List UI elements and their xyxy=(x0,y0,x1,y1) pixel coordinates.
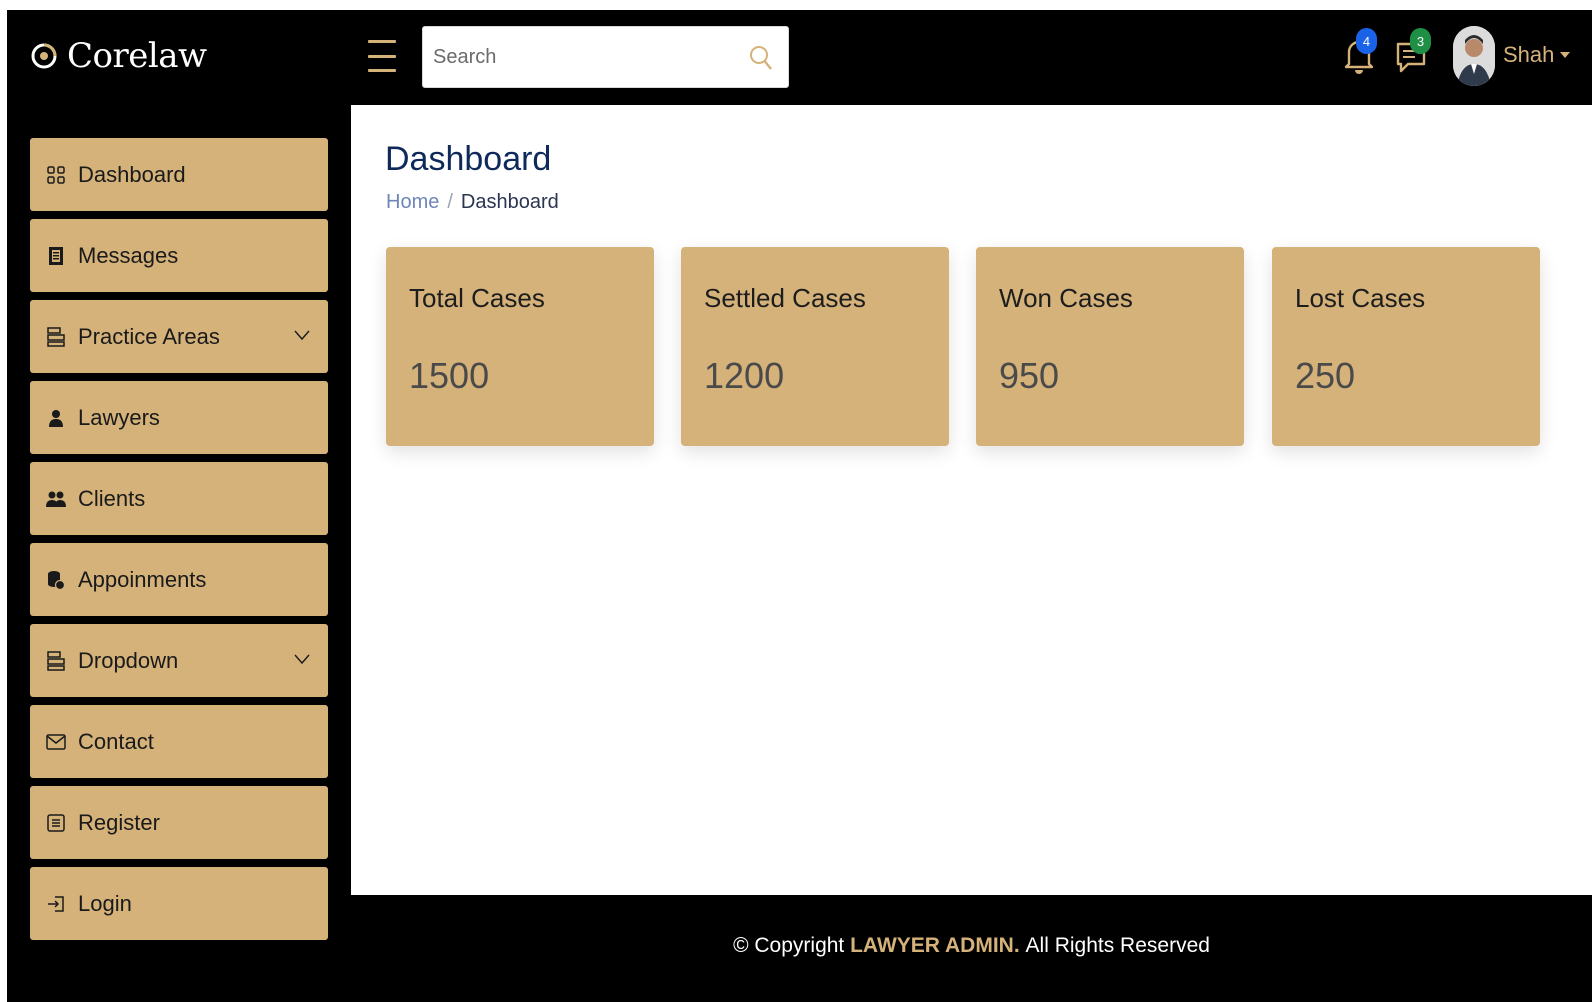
stat-card-total-cases[interactable]: Total Cases 1500 xyxy=(386,247,654,446)
caret-down-icon xyxy=(1560,52,1571,58)
notifications-badge: 4 xyxy=(1356,28,1377,54)
user-menu[interactable]: Shah xyxy=(1503,42,1571,68)
chevron-down-icon xyxy=(294,330,310,341)
list-icon xyxy=(46,812,66,834)
coins-icon xyxy=(46,569,66,591)
layers-icon xyxy=(46,650,66,672)
main-content xyxy=(351,105,1592,895)
hamburger-line xyxy=(368,40,396,43)
login-icon xyxy=(46,893,66,915)
stat-card-lost-cases[interactable]: Lost Cases 250 xyxy=(1272,247,1540,446)
sidebar-item-label: Login xyxy=(78,890,132,916)
stat-card-settled-cases[interactable]: Settled Cases 1200 xyxy=(681,247,949,446)
sidebar-item-clients[interactable]: Clients xyxy=(30,462,328,535)
brand-mark-icon xyxy=(31,43,57,69)
search-input[interactable] xyxy=(423,27,743,87)
hamburger-line xyxy=(368,69,396,72)
breadcrumb-separator: / xyxy=(447,191,453,213)
page-title: Dashboard xyxy=(385,140,552,178)
stat-card-title: Lost Cases xyxy=(1295,283,1426,313)
menu-toggle-button[interactable] xyxy=(368,40,396,72)
sidebar-item-label: Dashboard xyxy=(78,161,186,187)
brand-logo[interactable]: Corelaw xyxy=(29,34,207,78)
sidebar-item-label: Lawyers xyxy=(78,404,160,430)
brand-name: Corelaw xyxy=(67,36,207,76)
person-icon xyxy=(46,407,66,429)
hamburger-line xyxy=(368,54,396,58)
sidebar-item-register[interactable]: Register xyxy=(30,786,328,859)
layers-icon xyxy=(46,326,66,348)
user-photo-icon xyxy=(1453,26,1495,86)
footer-rights: All Rights Reserved xyxy=(1025,934,1210,957)
sidebar-item-appoinments[interactable]: Appoinments xyxy=(30,543,328,616)
people-icon xyxy=(46,488,66,510)
sidebar-item-lawyers[interactable]: Lawyers xyxy=(30,381,328,454)
sidebar-item-label: Messages xyxy=(78,242,179,268)
breadcrumb-current: Dashboard xyxy=(460,191,559,213)
sidebar-item-label: Contact xyxy=(78,728,154,754)
receipt-icon xyxy=(46,245,66,267)
messages-button[interactable]: 3 xyxy=(1393,28,1433,78)
sidebar-item-dropdown[interactable]: Dropdown xyxy=(30,624,328,697)
sidebar-item-label: Appoinments xyxy=(78,566,207,592)
sidebar-item-dashboard[interactable]: Dashboard xyxy=(30,138,328,211)
stat-card-value: 1200 xyxy=(704,355,785,396)
top-strip xyxy=(0,0,1592,10)
breadcrumb: Home / Dashboard xyxy=(386,191,559,214)
footer-copyright: © Copyright xyxy=(733,934,845,957)
grid-icon xyxy=(46,164,66,186)
sidebar-item-login[interactable]: Login xyxy=(30,867,328,940)
messages-badge: 3 xyxy=(1410,28,1431,54)
sidebar-item-contact[interactable]: Contact xyxy=(30,705,328,778)
stat-card-title: Settled Cases xyxy=(704,283,866,313)
stat-card-value: 1500 xyxy=(409,355,490,396)
user-name: Shah xyxy=(1503,42,1555,67)
stat-card-won-cases[interactable]: Won Cases 950 xyxy=(976,247,1244,446)
chevron-down-icon xyxy=(294,654,310,665)
notifications-button[interactable]: 4 xyxy=(1339,28,1379,78)
sidebar-item-label: Clients xyxy=(78,485,146,511)
stat-card-title: Won Cases xyxy=(999,283,1133,313)
footer: © Copyright LAWYER ADMIN. All Rights Res… xyxy=(351,896,1592,1002)
sidebar-item-label: Practice Areas xyxy=(78,323,220,349)
breadcrumb-home-link[interactable]: Home xyxy=(386,191,439,214)
envelope-icon xyxy=(46,731,66,753)
stat-card-title: Total Cases xyxy=(409,283,545,313)
sidebar: Dashboard Messages Practice Areas Lawyer… xyxy=(30,138,328,948)
avatar[interactable] xyxy=(1453,26,1495,86)
search-icon[interactable] xyxy=(748,43,774,73)
sidebar-item-messages[interactable]: Messages xyxy=(30,219,328,292)
sidebar-item-label: Dropdown xyxy=(78,647,179,673)
sidebar-item-label: Register xyxy=(78,809,160,835)
footer-brand-link[interactable]: LAWYER ADMIN. xyxy=(850,934,1020,958)
stat-card-value: 250 xyxy=(1295,355,1356,396)
sidebar-item-practice-areas[interactable]: Practice Areas xyxy=(30,300,328,373)
search-box xyxy=(422,26,789,88)
stat-card-value: 950 xyxy=(999,355,1060,396)
